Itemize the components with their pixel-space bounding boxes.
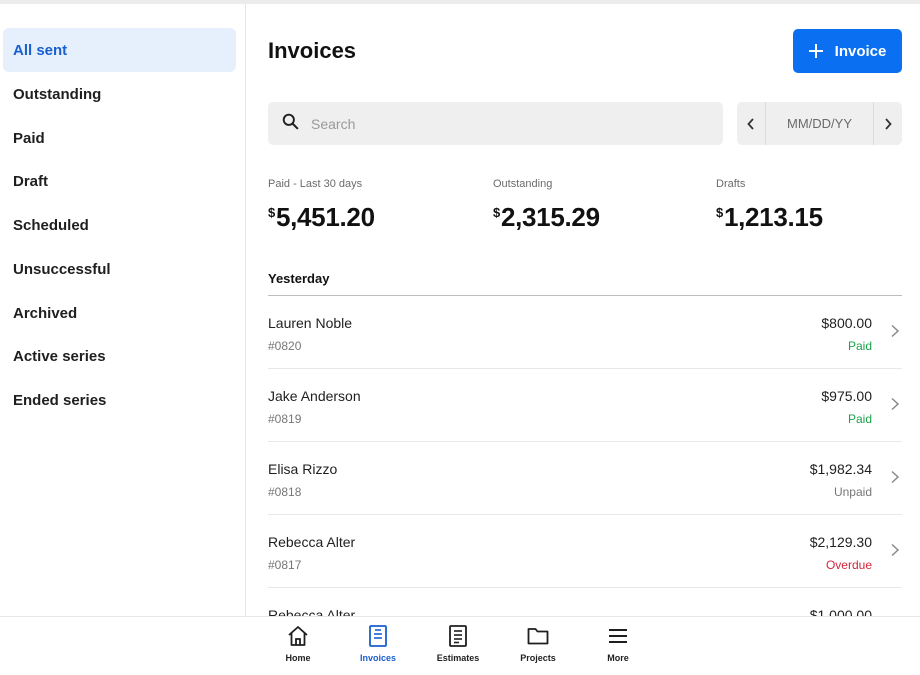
plus-icon [808, 44, 823, 58]
invoice-status: Unpaid [833, 485, 872, 499]
invoice-status: Paid [847, 412, 872, 426]
stat-value: $1,213.15 [716, 202, 823, 233]
sidebar-item-label: Paid [13, 129, 45, 147]
customer-name: Lauren Noble [268, 315, 353, 331]
sidebar-item-unsuccessful[interactable]: Unsuccessful [3, 247, 236, 291]
new-invoice-button[interactable]: Invoice [793, 29, 902, 73]
stat-label: Drafts [716, 178, 746, 190]
tab-more[interactable]: More [588, 624, 648, 663]
sidebar-item-archived[interactable]: Archived [3, 291, 236, 335]
sidebar-item-label: All sent [13, 41, 68, 59]
currency-symbol: $ [716, 205, 723, 220]
tab-label: Estimates [436, 653, 480, 663]
invoice-status: Overdue [825, 558, 872, 572]
sidebar-item-all-sent[interactable]: All sent [3, 28, 236, 72]
new-invoice-label: Invoice [834, 42, 887, 60]
stat-label: Outstanding [493, 178, 553, 190]
invoice-number: #0818 [268, 485, 302, 499]
chevron-right-icon[interactable] [873, 102, 902, 145]
tab-home[interactable]: Home [268, 624, 328, 663]
sidebar-item-draft[interactable]: Draft [3, 159, 236, 203]
invoice-row[interactable]: Lauren Noble #0820 $800.00 Paid [268, 296, 902, 369]
invoice-row[interactable]: Elisa Rizzo #0818 $1,982.34 Unpaid [268, 442, 902, 515]
main-content: Invoices Invoice MM/DD/YY Paid - Last 30… [246, 4, 920, 616]
stat-amount: 1,213.15 [723, 202, 823, 232]
search-bar[interactable] [268, 102, 723, 145]
stat-amount: 5,451.20 [275, 202, 375, 232]
invoice-number: #0817 [268, 558, 302, 572]
chevron-right-icon [891, 470, 900, 484]
stat-outstanding: Outstanding $2,315.29 [493, 178, 600, 233]
sidebar-item-paid[interactable]: Paid [3, 116, 236, 160]
invoice-amount: $1,982.34 [809, 461, 872, 477]
stat-value: $5,451.20 [268, 202, 375, 233]
sidebar-item-active-series[interactable]: Active series [3, 334, 236, 378]
tab-invoices[interactable]: Invoices [348, 624, 408, 663]
chevron-right-icon [891, 397, 900, 411]
invoice-amount: $800.00 [821, 315, 872, 331]
invoice-number: #0820 [268, 339, 302, 353]
tab-label: Home [285, 653, 311, 663]
tab-projects[interactable]: Projects [508, 624, 568, 663]
invoice-amount: $1,000.00 [809, 607, 872, 616]
invoice-number: #0819 [268, 412, 302, 426]
invoice-amount: $975.00 [821, 388, 872, 404]
stat-value: $2,315.29 [493, 202, 600, 233]
date-filter: MM/DD/YY [737, 102, 902, 145]
customer-name: Rebecca Alter [268, 607, 356, 616]
tab-estimates[interactable]: Estimates [428, 624, 488, 663]
estimate-icon [449, 625, 467, 647]
stat-label: Paid - Last 30 days [268, 178, 363, 190]
tab-label: Invoices [359, 653, 397, 663]
invoice-row[interactable]: Jake Anderson #0819 $975.00 Paid [268, 369, 902, 442]
search-input[interactable] [311, 115, 691, 132]
invoice-status: Paid [847, 339, 872, 353]
invoice-list: Lauren Noble #0820 $800.00 Paid Jake And… [268, 296, 902, 616]
stat-paid: Paid - Last 30 days $5,451.20 [268, 178, 375, 233]
sidebar-item-label: Draft [13, 172, 49, 190]
sidebar-item-label: Archived [13, 304, 78, 322]
sidebar-item-label: Ended series [13, 391, 107, 409]
currency-symbol: $ [268, 205, 275, 220]
sidebar-item-label: Active series [13, 347, 106, 365]
currency-symbol: $ [493, 205, 500, 220]
page-title: Invoices [268, 38, 357, 63]
sidebar-item-ended-series[interactable]: Ended series [3, 378, 236, 422]
invoice-row[interactable]: Rebecca Alter $1,000.00 [268, 588, 902, 616]
date-input[interactable]: MM/DD/YY [766, 116, 873, 131]
invoice-row[interactable]: Rebecca Alter #0817 $2,129.30 Overdue [268, 515, 902, 588]
customer-name: Jake Anderson [268, 388, 361, 404]
tab-label: Projects [520, 653, 556, 663]
search-icon [282, 113, 299, 135]
customer-name: Elisa Rizzo [268, 461, 338, 477]
home-icon [288, 626, 308, 646]
sidebar-item-label: Outstanding [13, 85, 102, 103]
chevron-right-icon [891, 324, 900, 338]
sidebar: All sent Outstanding Paid Draft Schedule… [0, 4, 246, 616]
invoice-icon [369, 625, 387, 647]
folder-icon [527, 628, 549, 645]
chevron-left-icon[interactable] [737, 102, 766, 145]
menu-icon [609, 629, 627, 643]
sidebar-item-label: Unsuccessful [13, 260, 111, 278]
chevron-right-icon [891, 543, 900, 557]
tab-label: More [607, 653, 629, 663]
section-header: Yesterday [268, 271, 330, 286]
stat-amount: 2,315.29 [500, 202, 600, 232]
invoice-amount: $2,129.30 [809, 534, 872, 550]
stat-drafts: Drafts $1,213.15 [716, 178, 823, 233]
customer-name: Rebecca Alter [268, 534, 356, 550]
sidebar-item-label: Scheduled [13, 216, 89, 234]
sidebar-item-outstanding[interactable]: Outstanding [3, 72, 236, 116]
sidebar-item-scheduled[interactable]: Scheduled [3, 203, 236, 247]
bottom-tab-bar: Home Invoices Estimates Projects More [0, 616, 920, 675]
